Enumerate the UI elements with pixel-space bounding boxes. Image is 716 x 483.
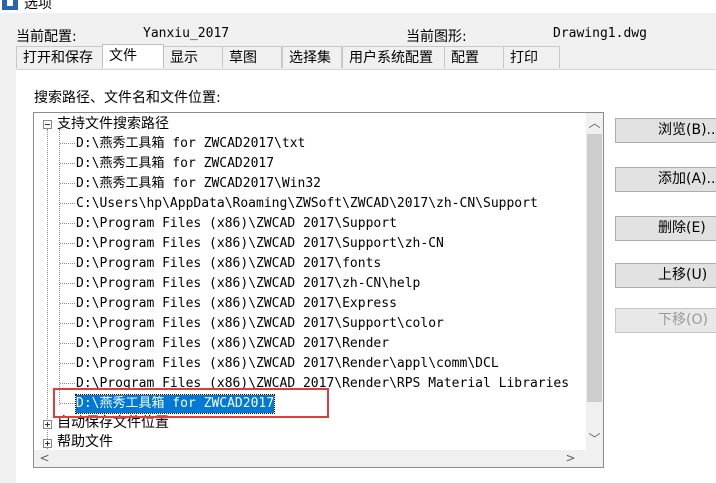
tab-display[interactable]: 显示 — [163, 46, 223, 68]
tree-branch — [60, 283, 75, 284]
move-down-button[interactable]: 下移(O) — [615, 308, 716, 333]
red-highlight-annotation — [53, 388, 329, 418]
tree-item-path[interactable]: D:\燕秀工具箱 for ZWCAD2017\txt — [76, 135, 305, 153]
tree-branch — [60, 203, 75, 204]
app-icon — [2, 0, 18, 10]
tree-item-path[interactable]: D:\Program Files (x86)\ZWCAD 2017\Suppor… — [76, 315, 444, 333]
tree-item-path[interactable]: D:\燕秀工具箱 for ZWCAD2017 — [76, 155, 274, 173]
scroll-up-icon[interactable]: ︿ — [586, 115, 603, 132]
tab-selection[interactable]: 选择集 — [282, 46, 342, 68]
tree-branch — [60, 223, 75, 224]
vertical-scrollbar[interactable]: ︿ ﹀ — [586, 113, 603, 451]
add-button[interactable]: 添加(A)... — [615, 167, 716, 192]
tree-item-path[interactable]: D:\Program Files (x86)\ZWCAD 2017\Render… — [76, 355, 499, 373]
collapse-icon[interactable] — [43, 120, 52, 129]
window-title: 选项 — [24, 0, 52, 12]
tree-branch — [60, 243, 75, 244]
tree-branch — [60, 263, 75, 264]
tab-files[interactable]: 文件 — [102, 44, 164, 68]
expand-icon[interactable] — [43, 439, 52, 448]
tree-branch — [60, 183, 75, 184]
vertical-scroll-thumb[interactable] — [587, 134, 602, 402]
browse-button[interactable]: 浏览(B)... — [615, 118, 716, 143]
tab-profiles[interactable]: 配置 — [444, 46, 504, 68]
search-paths-label: 搜索路径、文件名和文件位置: — [34, 90, 221, 106]
scrollbar-corner — [586, 450, 603, 467]
tab-plot[interactable]: 打印 — [503, 46, 560, 68]
tree-branch — [60, 323, 75, 324]
current-config-label: 当前配置: — [16, 29, 77, 45]
tab-open-save[interactable]: 打开和保存 — [16, 46, 103, 68]
tree-item-path[interactable]: D:\燕秀工具箱 for ZWCAD2017\Win32 — [76, 175, 321, 193]
tab-drafting[interactable]: 草图 — [222, 46, 282, 68]
tree-item-path[interactable]: D:\Program Files (x86)\ZWCAD 2017\zh-CN\… — [76, 275, 420, 293]
scroll-down-icon[interactable]: ﹀ — [586, 431, 603, 448]
tree-node-help-file[interactable]: 帮助文件 — [57, 433, 113, 451]
scroll-right-icon[interactable]: > — [562, 450, 579, 467]
tree-item-path[interactable]: D:\Program Files (x86)\ZWCAD 2017\Suppor… — [76, 215, 397, 233]
tree-branch — [60, 363, 75, 364]
current-drawing-label: 当前图形: — [406, 29, 467, 45]
tree-item-path[interactable]: D:\Program Files (x86)\ZWCAD 2017\fonts — [76, 255, 381, 273]
tree-item-path[interactable]: D:\Program Files (x86)\ZWCAD 2017\Expres… — [76, 295, 397, 313]
tree-connector-root — [47, 129, 48, 449]
move-up-button[interactable]: 上移(U) — [615, 263, 716, 288]
delete-button[interactable]: 删除(E) — [615, 216, 716, 241]
tree-item-path[interactable]: D:\Program Files (x86)\ZWCAD 2017\Suppor… — [76, 235, 444, 253]
tree-branch — [60, 343, 75, 344]
tree-branch — [60, 383, 75, 384]
expand-icon[interactable] — [43, 420, 52, 429]
tree-item-path[interactable]: C:\Users\hp\AppData\Roaming\ZWSoft\ZWCAD… — [76, 195, 538, 213]
tree-node-support-paths[interactable]: 支持文件搜索路径 — [57, 115, 169, 133]
scroll-left-icon[interactable]: < — [36, 450, 53, 467]
tab-user-preferences[interactable]: 用户系统配置 — [342, 46, 445, 68]
tree-branch — [60, 303, 75, 304]
current-drawing-value: Drawing1.dwg — [553, 26, 647, 41]
title-bar: 选项 — [0, 0, 716, 13]
tree-branch — [60, 143, 75, 144]
tree-item-path[interactable]: D:\Program Files (x86)\ZWCAD 2017\Render — [76, 335, 389, 353]
horizontal-scrollbar[interactable]: < > — [34, 450, 588, 467]
tree-branch — [60, 163, 75, 164]
current-config-value: Yanxiu_2017 — [143, 26, 230, 41]
